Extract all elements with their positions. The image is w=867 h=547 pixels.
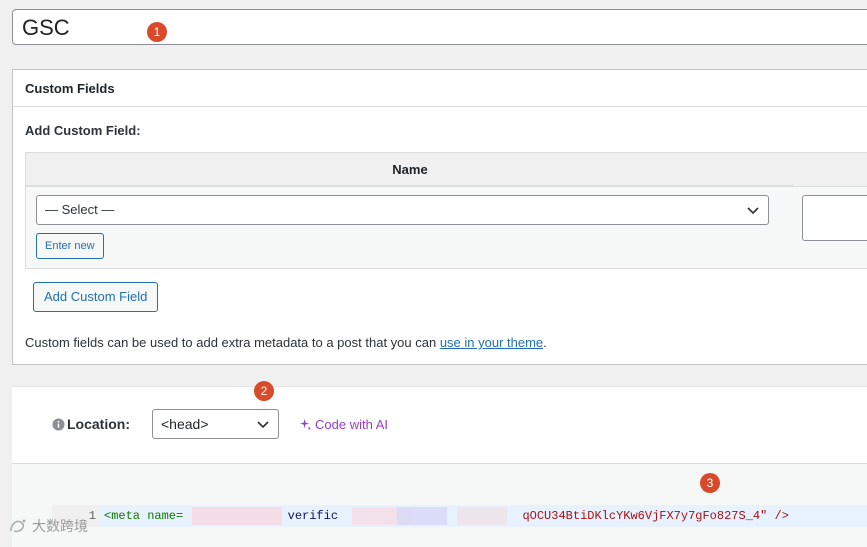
help-suffix: . — [543, 335, 547, 350]
annotation-marker-2: 2 — [254, 381, 274, 401]
code-suffix: qOCU34BtiDKlcYKw6VjFX7y7gFo827S_4" /> — [522, 509, 789, 523]
location-select-value: <head> — [161, 416, 209, 432]
custom-fields-help: Custom fields can be used to add extra m… — [25, 335, 547, 350]
column-header-name: Name — [26, 153, 794, 186]
code-line-1[interactable]: 1 <meta name= verific qOCU34BtiDKlcYKw6V… — [52, 505, 867, 527]
annotation-marker-1: 1 — [147, 22, 167, 42]
code-snippet-panel: Location: <head> Code with AI 1 <meta na… — [12, 386, 867, 547]
location-label: Location: — [67, 416, 130, 432]
redaction-block — [457, 507, 507, 525]
location-select[interactable]: <head> — [152, 409, 279, 439]
redaction-block — [192, 507, 282, 525]
post-title-input[interactable]: GSC — [12, 9, 867, 45]
watermark: 大数跨境 — [8, 516, 88, 536]
annotation-marker-3: 3 — [700, 473, 720, 493]
help-text: Custom fields can be used to add extra m… — [25, 335, 440, 350]
code-mid: verific — [287, 509, 339, 523]
custom-field-value-input[interactable] — [802, 195, 867, 241]
sparkle-icon — [299, 418, 312, 431]
custom-fields-header[interactable]: Custom Fields — [13, 70, 867, 107]
use-in-theme-link[interactable]: use in your theme — [440, 335, 543, 350]
add-custom-field-label: Add Custom Field: — [25, 123, 141, 138]
custom-field-key-select[interactable]: — Select — — [36, 195, 769, 225]
chevron-down-icon — [747, 207, 759, 215]
location-label-group: Location: — [52, 416, 130, 432]
post-title-value: GSC — [22, 15, 70, 40]
watermark-text: 大数跨境 — [32, 518, 88, 534]
code-prefix: <meta name= — [104, 509, 184, 523]
custom-fields-table: Name — Select — Enter new — [25, 152, 867, 269]
enter-new-button[interactable]: Enter new — [36, 233, 104, 259]
chevron-down-icon — [257, 421, 269, 429]
info-icon[interactable] — [52, 417, 65, 431]
watermark-logo-icon — [10, 519, 26, 533]
custom-fields-panel: Custom Fields Add Custom Field: Name — S… — [12, 69, 867, 365]
add-custom-field-button[interactable]: Add Custom Field — [33, 282, 159, 312]
select-value: — Select — — [45, 202, 115, 217]
code-with-ai-link[interactable]: Code with AI — [299, 417, 388, 432]
code-with-ai-label: Code with AI — [315, 417, 388, 432]
redaction-block — [397, 507, 447, 525]
